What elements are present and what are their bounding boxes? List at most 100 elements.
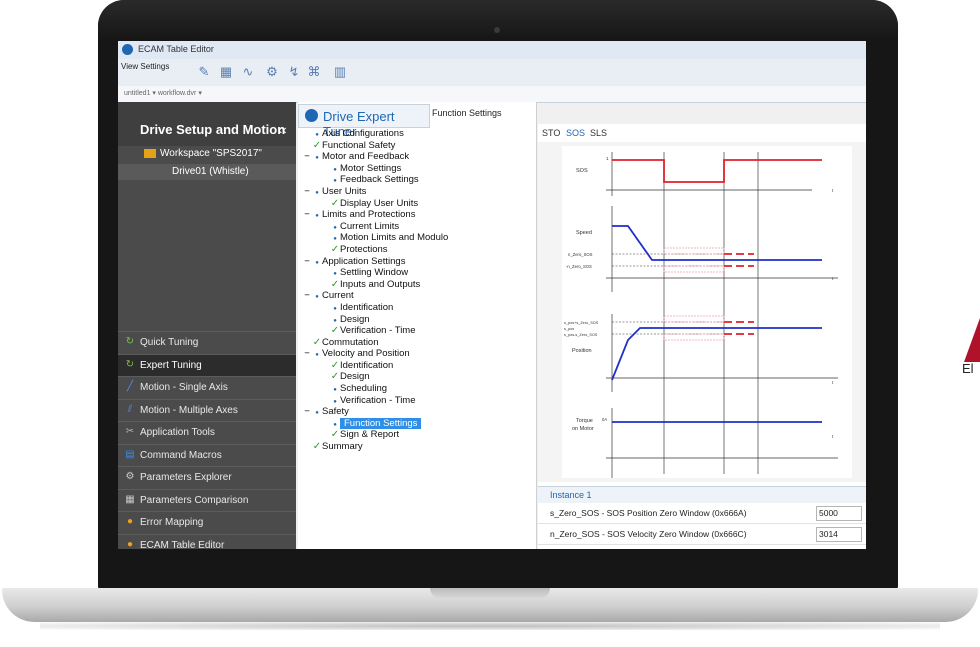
tree-item[interactable]: ✓Inputs and Outputs [302, 279, 534, 291]
workspace-node[interactable]: Workspace "SPS2017" [144, 148, 262, 159]
sidebar-item-label: Motion - Single Axis [140, 382, 228, 393]
sidebar-item-expert-tuning[interactable]: ↻ Expert Tuning [118, 353, 296, 376]
collapse-icon[interactable]: − [302, 209, 312, 221]
tree-item[interactable]: − ● Safety [302, 406, 534, 418]
laptop-notch [430, 588, 550, 598]
sidebar-item-command-macros[interactable]: ▤ Command Macros [118, 443, 296, 467]
panel-icon[interactable]: ▥ [332, 64, 348, 80]
tree-item[interactable]: − ● Application Settings [302, 256, 534, 268]
collapse-icon[interactable]: − [302, 186, 312, 198]
tree-item[interactable]: − ● Current [302, 290, 534, 302]
tuner-tabs: Drive Expert Tuner Function Settings [298, 104, 536, 139]
hatched-zone [663, 333, 725, 341]
tab-sls[interactable]: SLS [590, 128, 607, 138]
sidebar-item-parameters-explorer[interactable]: ⚙ Parameters Explorer [118, 466, 296, 489]
param-label: n_Zero_SOS - SOS Velocity Zero Window (0… [550, 529, 747, 539]
tree-item-label: Inputs and Outputs [340, 278, 421, 290]
tree-item[interactable]: ✓Protections [302, 244, 534, 256]
grid-icon[interactable]: ▦ [218, 64, 234, 80]
tree-item[interactable]: ● Motion Limits and Modulo [302, 232, 534, 244]
checkmark-icon: ✓ [330, 359, 340, 371]
tree-item-label: Motion Limits and Modulo [340, 232, 449, 244]
ecam-icon: ● [126, 538, 134, 550]
tree-item[interactable]: − ● Motor and Feedback [302, 151, 534, 163]
checkmark-icon: ✓ [330, 243, 340, 255]
collapse-icon[interactable]: − [302, 406, 312, 418]
tab-sto[interactable]: STO [542, 128, 560, 138]
param-value-input[interactable]: 3014 [816, 527, 862, 542]
param-row: n_Zero_SOS - SOS Velocity Zero Window (0… [538, 524, 866, 545]
collapse-icon[interactable]: − [302, 348, 312, 360]
tree-item[interactable]: ● Verification - Time [302, 395, 534, 407]
sidebar-item-error-mapping[interactable]: ● Error Mapping [118, 511, 296, 534]
tab-function-settings[interactable]: Function Settings [432, 108, 502, 118]
tree-item-label: Verification - Time [340, 325, 416, 337]
tree-item[interactable]: ● Axis Configurations [302, 128, 534, 140]
settings-icon[interactable]: ⚙ [264, 64, 280, 80]
connect-icon[interactable]: ⌘ [306, 64, 322, 80]
tree-item[interactable]: ✓Summary [302, 441, 534, 453]
sidebar-item-parameters-comparison[interactable]: ▦ Parameters Comparison [118, 488, 296, 512]
speed-signal-line [612, 225, 822, 261]
tree-item[interactable]: ● Current Limits [302, 221, 534, 233]
document-tab[interactable]: untitled1 ▾ workflow.dvr ▾ [124, 89, 202, 97]
folder-icon [144, 148, 156, 158]
tree-item[interactable]: ✓Design [302, 371, 534, 383]
tree-item[interactable]: ● Scheduling [302, 383, 534, 395]
tree-item-label: Current Limits [340, 220, 400, 232]
tree-item[interactable]: − ● User Units [302, 186, 534, 198]
tree-item[interactable]: − ● Velocity and Position [302, 348, 534, 360]
tree-item[interactable]: ● Motor Settings [302, 163, 534, 175]
tree-item-label: Axis Configurations [322, 128, 404, 139]
torque-axis-label: Torque [576, 418, 593, 424]
sidebar-item-motion-single-axis[interactable]: ╱ Motion - Single Axis [118, 376, 296, 399]
tree-item[interactable]: ✓Functional Safety [302, 140, 534, 152]
tab-drive-expert-tuner[interactable]: Drive Expert Tuner [298, 104, 430, 139]
sidebar-item-ecam-table-editor[interactable]: ● ECAM Table Editor [118, 533, 296, 550]
collapse-sidebar-button[interactable]: ‹‹ [278, 122, 287, 137]
tree-item[interactable]: ✓Identification [302, 360, 534, 372]
collapse-icon[interactable]: − [302, 290, 312, 302]
collapse-icon[interactable]: − [302, 256, 312, 268]
tree-item[interactable]: − ● Limits and Protections [302, 209, 534, 221]
tree-item[interactable]: ✓Sign & Report [302, 429, 534, 441]
tree-item-label: Verification - Time [340, 394, 416, 406]
tree-item[interactable]: ● Design [302, 314, 534, 326]
wrench-icon[interactable]: ✎ [196, 64, 212, 80]
tree-item[interactable]: ● Identification [302, 302, 534, 314]
curve-icon[interactable]: ∿ [240, 64, 256, 80]
checkmark-icon: ✓ [330, 278, 340, 290]
sidebar-item-motion-multiple-axes[interactable]: ⫽ Motion - Multiple Axes [118, 398, 296, 422]
safety-function-panel: STO SOS SLS SOS 1 t Speed n_Zero_SOS -n_Zero_SO… [538, 124, 866, 549]
sidebar-item-label: Quick Tuning [140, 337, 199, 348]
collapse-icon[interactable]: − [302, 151, 312, 163]
diagram-svg: SOS1tSpeedn_Zero_SOS-n_Zero_SOSts_pos+s_… [564, 152, 838, 478]
position-threshold-label: s_pos-s_Zero_SOS [564, 333, 598, 337]
brand-logo-mark [964, 318, 980, 362]
checkmark-icon: ✓ [312, 336, 322, 348]
tree-item-label: Sign & Report [340, 429, 400, 441]
speed-threshold-label: -n_Zero_SOS [566, 264, 592, 269]
tree-item-label: Identification [340, 301, 394, 313]
tree-item-label: Protections [340, 243, 388, 255]
tree-item[interactable]: ● Settling Window [302, 267, 534, 279]
tree-item[interactable]: ✓Display User Units [302, 198, 534, 210]
checkmark-icon: ✓ [330, 197, 340, 209]
sidebar-item-application-tools[interactable]: ✂ Application Tools [118, 421, 296, 444]
param-value-input[interactable]: 5000 [816, 506, 862, 521]
gear-icon: ⚙ [125, 471, 135, 482]
hatched-zone [663, 247, 725, 255]
drive-label: Drive01 (Whistle) [172, 166, 249, 177]
time-axis-label: t [832, 434, 834, 439]
tab-sos[interactable]: SOS [566, 128, 585, 138]
tree-item[interactable]: ✓Commutation [302, 337, 534, 349]
tree-item[interactable]: ● Feedback Settings [302, 174, 534, 186]
scope-icon[interactable]: ↯ [286, 64, 302, 80]
tools-icon: ✂ [125, 426, 135, 437]
tree-item[interactable]: ✓Verification - Time [302, 325, 534, 337]
instance-header: Instance 1 [538, 486, 866, 503]
sidebar-item-quick-tuning[interactable]: ↻ Quick Tuning [118, 331, 296, 354]
sidebar-item-label: ECAM Table Editor [140, 539, 225, 550]
tree-item[interactable]: ● Function Settings [302, 417, 534, 430]
drive-node[interactable]: Drive01 (Whistle) [118, 164, 296, 180]
